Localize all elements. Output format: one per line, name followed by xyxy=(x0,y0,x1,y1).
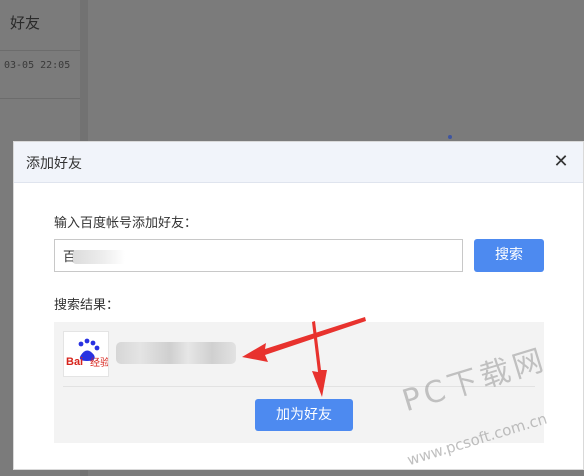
svg-text:经验: 经验 xyxy=(90,356,109,369)
dialog-title: 添加好友 xyxy=(26,156,82,172)
search-results-label: 搜索结果： xyxy=(54,298,120,313)
close-icon[interactable]: ✕ xyxy=(549,150,573,174)
account-search-field[interactable] xyxy=(54,239,463,272)
search-button[interactable]: 搜索 xyxy=(474,239,544,272)
message-timestamp: 03-05 22:05 xyxy=(4,60,71,71)
friends-title: 好友 xyxy=(10,14,41,32)
add-friend-dialog: 添加好友 ✕ 输入百度帐号添加好友： 搜索 搜索结果： Bai 经验 加为好友 xyxy=(13,141,584,470)
redacted-text-mask xyxy=(73,250,125,264)
indicator-dot xyxy=(448,135,452,139)
add-friend-button[interactable]: 加为好友 xyxy=(255,399,353,431)
account-input-label: 输入百度帐号添加好友： xyxy=(54,216,198,231)
dialog-header: 添加好友 ✕ xyxy=(14,142,583,183)
redacted-username xyxy=(116,342,236,364)
conversation-list: 好友 03-05 22:05 xyxy=(0,0,80,140)
user-avatar[interactable]: Bai 经验 xyxy=(63,331,109,377)
divider xyxy=(0,98,80,99)
baidu-jingyan-logo: Bai 经验 xyxy=(66,338,109,369)
divider xyxy=(0,50,80,51)
svg-text:Bai: Bai xyxy=(66,356,83,368)
